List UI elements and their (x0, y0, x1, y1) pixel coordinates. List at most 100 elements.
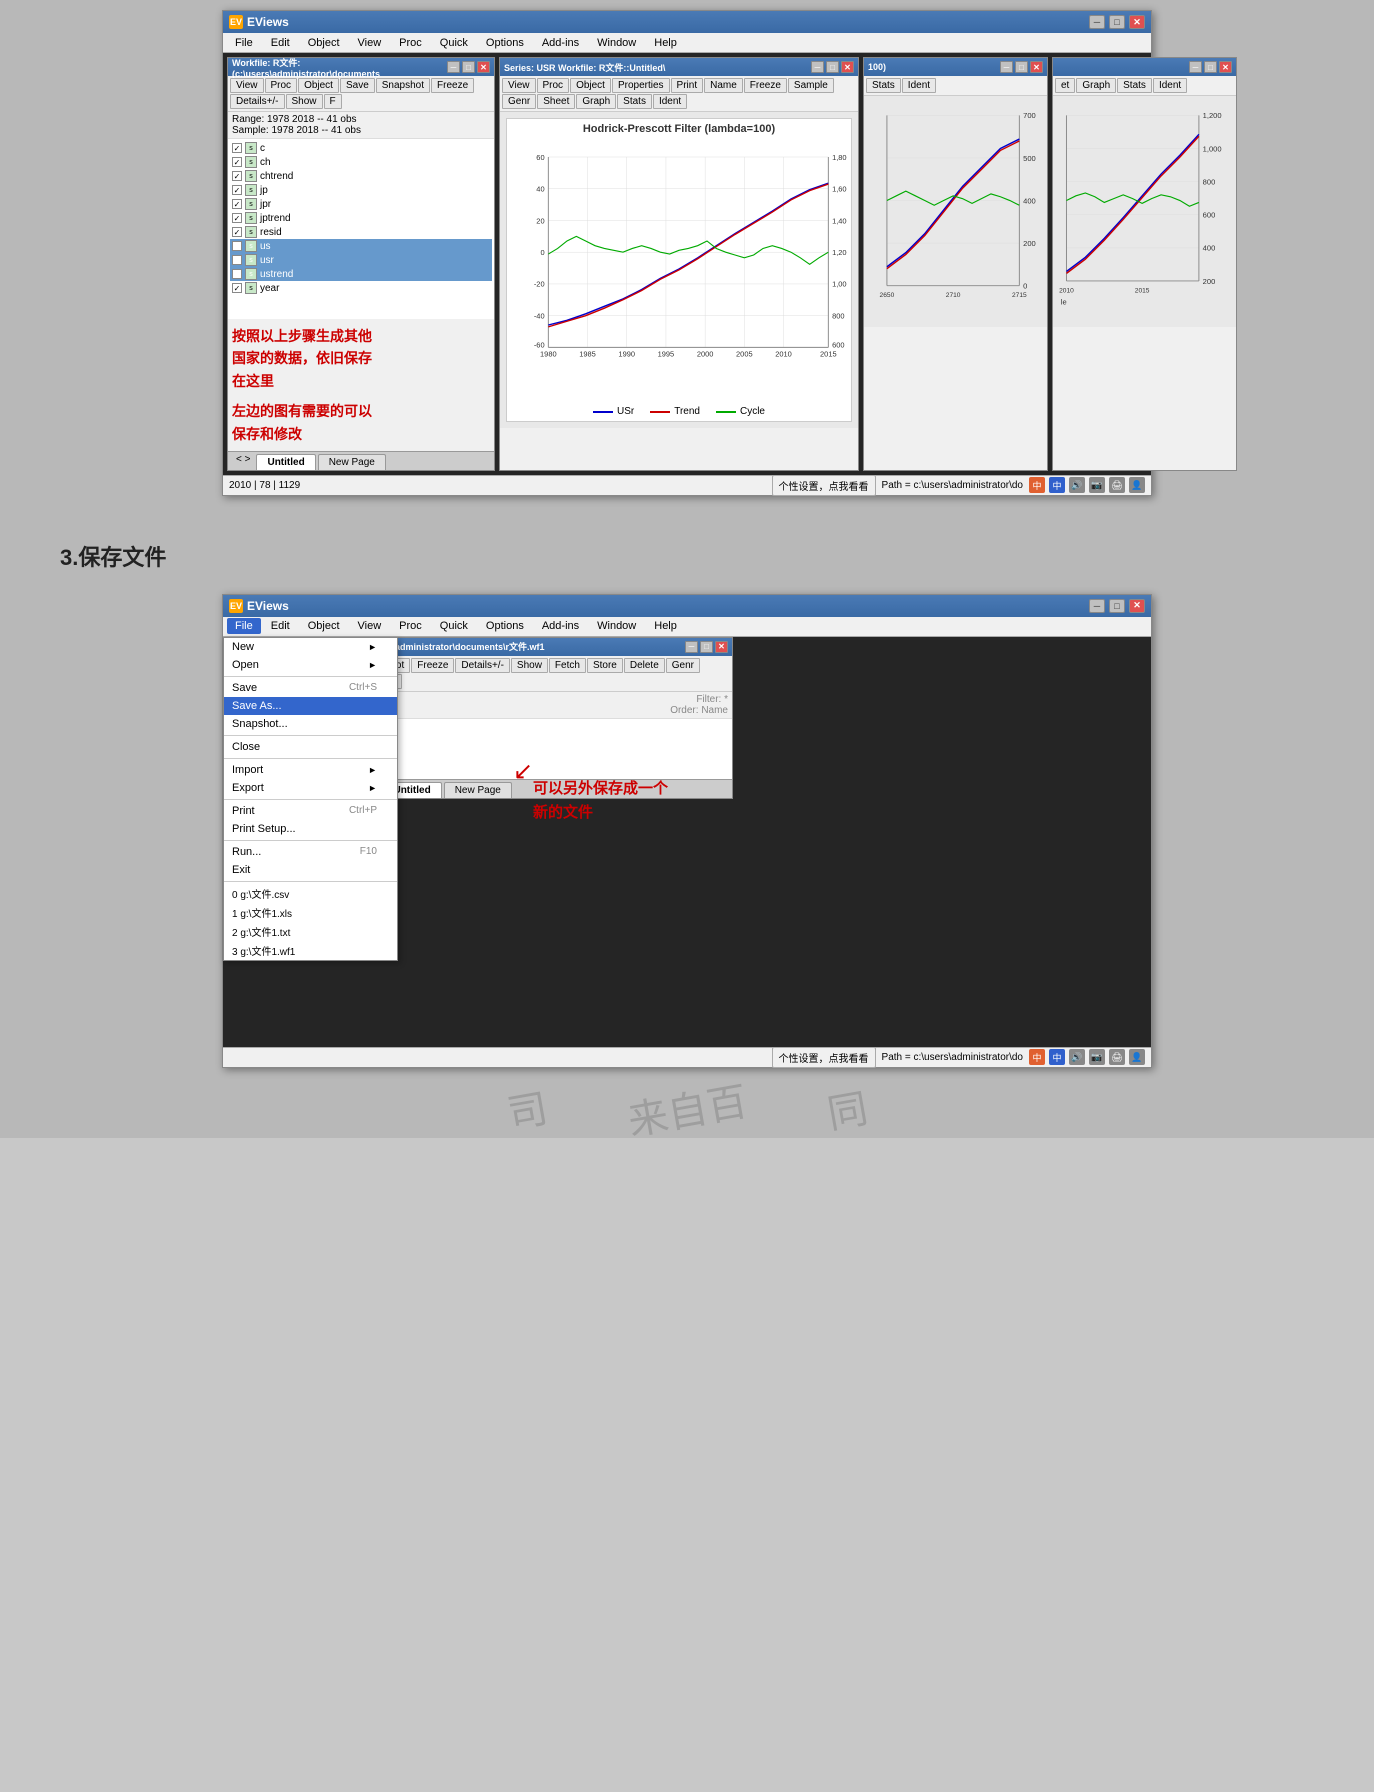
menu-addins[interactable]: Add-ins (534, 35, 587, 51)
partial-ident-btn-2[interactable]: Ident (1153, 78, 1187, 93)
menu-edit[interactable]: Edit (263, 35, 298, 51)
series-sample-btn[interactable]: Sample (788, 78, 834, 93)
var-us[interactable]: ✓ s us (230, 239, 492, 253)
var-check-chtrend[interactable]: ✓ (232, 171, 242, 181)
s2-show-btn[interactable]: Show (511, 658, 548, 673)
series-ident-btn[interactable]: Ident (653, 94, 687, 109)
partial-minimize-2[interactable]: ─ (1189, 61, 1202, 73)
recent-2[interactable]: 2 g:\文件1.txt (224, 922, 397, 941)
minimize-btn[interactable]: ─ (1089, 15, 1105, 29)
menu-file-2[interactable]: File (227, 618, 261, 634)
partial-stats-btn-2[interactable]: Stats (1117, 78, 1152, 93)
var-jp[interactable]: ✓ s jp (230, 183, 492, 197)
wf-save-btn[interactable]: Save (340, 78, 375, 93)
var-check-us[interactable]: ✓ (232, 241, 242, 251)
var-check-c[interactable]: ✓ (232, 143, 242, 153)
menu-options-2[interactable]: Options (478, 618, 532, 634)
menu-object[interactable]: Object (300, 35, 348, 51)
menu-import[interactable]: Import ► (224, 761, 397, 779)
wf-view-btn[interactable]: View (230, 78, 264, 93)
partial-maximize-2[interactable]: □ (1204, 61, 1217, 73)
personal-settings-btn-2[interactable]: 个性设置，点我看看 (772, 1047, 876, 1068)
wf-freeze-btn[interactable]: Freeze (431, 78, 474, 93)
menu-view-2[interactable]: View (350, 618, 390, 634)
var-check-ustrend[interactable]: ✓ (232, 269, 242, 279)
menu-quick-2[interactable]: Quick (432, 618, 476, 634)
wf-show-btn[interactable]: Show (286, 94, 323, 109)
recent-0[interactable]: 0 g:\文件.csv (224, 884, 397, 903)
s2-wf-minimize[interactable]: ─ (685, 641, 698, 653)
wf-close[interactable]: ✕ (477, 61, 490, 73)
var-check-ch[interactable]: ✓ (232, 157, 242, 167)
personal-settings-btn-1[interactable]: 个性设置，点我看看 (772, 475, 876, 496)
menu-open[interactable]: Open ► (224, 656, 397, 674)
series-object-btn[interactable]: Object (570, 78, 611, 93)
partial-maximize-1[interactable]: □ (1015, 61, 1028, 73)
menu-quick[interactable]: Quick (432, 35, 476, 51)
series-close[interactable]: ✕ (841, 61, 854, 73)
s2-store-btn[interactable]: Store (587, 658, 623, 673)
var-c[interactable]: ✓ s c (230, 141, 492, 155)
menu-export[interactable]: Export ► (224, 779, 397, 797)
minimize-btn-2[interactable]: ─ (1089, 599, 1105, 613)
series-freeze-btn[interactable]: Freeze (744, 78, 787, 93)
menu-help[interactable]: Help (646, 35, 685, 51)
wf-snapshot-btn[interactable]: Snapshot (376, 78, 430, 93)
series-minimize[interactable]: ─ (811, 61, 824, 73)
menu-help-2[interactable]: Help (646, 618, 685, 634)
var-check-usr[interactable]: ✓ (232, 255, 242, 265)
menu-window-2[interactable]: Window (589, 618, 644, 634)
partial-close-1[interactable]: ✕ (1030, 61, 1043, 73)
partial-et-btn[interactable]: et (1055, 78, 1075, 93)
menu-proc-2[interactable]: Proc (391, 618, 430, 634)
s2-delete-btn[interactable]: Delete (624, 658, 665, 673)
series-view-btn[interactable]: View (502, 78, 536, 93)
tab-newpage-1[interactable]: New Page (318, 454, 386, 470)
var-check-resid[interactable]: ✓ (232, 227, 242, 237)
series-stats-btn[interactable]: Stats (617, 94, 652, 109)
var-check-year[interactable]: ✓ (232, 283, 242, 293)
menu-close[interactable]: Close (224, 738, 397, 756)
var-jptrend[interactable]: ✓ s jptrend (230, 211, 492, 225)
menu-new[interactable]: New ► (224, 638, 397, 656)
wf-object-btn[interactable]: Object (298, 78, 339, 93)
partial-close-2[interactable]: ✕ (1219, 61, 1232, 73)
series-name-btn[interactable]: Name (704, 78, 743, 93)
recent-3[interactable]: 3 g:\文件1.wf1 (224, 941, 397, 960)
menu-print[interactable]: Print Ctrl+P (224, 802, 397, 820)
file-dropdown-menu[interactable]: New ► Open ► Save Ctrl+S Save As... Snap… (223, 637, 398, 961)
close-btn-2[interactable]: ✕ (1129, 599, 1145, 613)
menu-window[interactable]: Window (589, 35, 644, 51)
var-jpr[interactable]: ✓ s jpr (230, 197, 492, 211)
wf-minimize[interactable]: ─ (447, 61, 460, 73)
menu-addins-2[interactable]: Add-ins (534, 618, 587, 634)
tab-newpage-2[interactable]: New Page (444, 782, 512, 798)
menu-proc[interactable]: Proc (391, 35, 430, 51)
s2-wf-close[interactable]: ✕ (715, 641, 728, 653)
var-check-jpr[interactable]: ✓ (232, 199, 242, 209)
series-proc-btn[interactable]: Proc (537, 78, 570, 93)
partial-graph-btn[interactable]: Graph (1076, 78, 1116, 93)
s2-freeze-btn[interactable]: Freeze (411, 658, 454, 673)
var-check-jp[interactable]: ✓ (232, 185, 242, 195)
series-print-btn[interactable]: Print (671, 78, 704, 93)
menu-save[interactable]: Save Ctrl+S (224, 679, 397, 697)
series-properties-btn[interactable]: Properties (612, 78, 670, 93)
maximize-btn[interactable]: □ (1109, 15, 1125, 29)
tab-untitled-1[interactable]: Untitled (256, 454, 315, 470)
series-genr-btn[interactable]: Genr (502, 94, 536, 109)
s2-wf-maximize[interactable]: □ (700, 641, 713, 653)
maximize-btn-2[interactable]: □ (1109, 599, 1125, 613)
menu-object-2[interactable]: Object (300, 618, 348, 634)
wf-details-btn[interactable]: Details+/- (230, 94, 285, 109)
wf-proc-btn[interactable]: Proc (265, 78, 298, 93)
series-maximize[interactable]: □ (826, 61, 839, 73)
s2-genr-btn[interactable]: Genr (666, 658, 700, 673)
series-sheet-btn[interactable]: Sheet (537, 94, 575, 109)
var-ch[interactable]: ✓ s ch (230, 155, 492, 169)
var-ustrend[interactable]: ✓ s ustrend (230, 267, 492, 281)
series-graph-btn[interactable]: Graph (576, 94, 616, 109)
close-btn[interactable]: ✕ (1129, 15, 1145, 29)
s2-details-btn[interactable]: Details+/- (455, 658, 510, 673)
partial-stats-btn-1[interactable]: Stats (866, 78, 901, 93)
